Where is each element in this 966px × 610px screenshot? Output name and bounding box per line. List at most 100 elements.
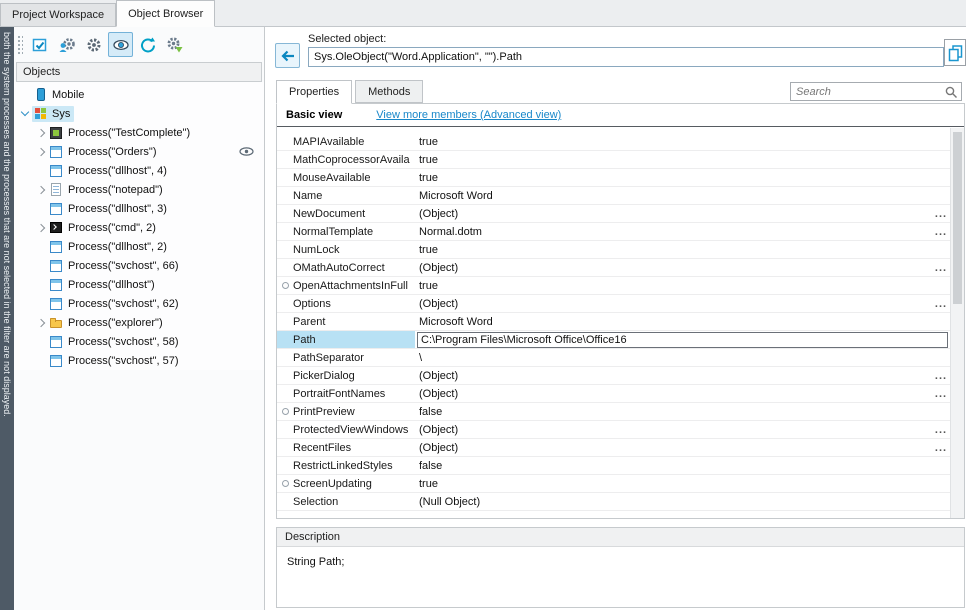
tab-project-workspace[interactable]: Project Workspace — [0, 3, 116, 26]
tree-item[interactable]: Process("svchost", 66) — [14, 256, 264, 275]
property-row[interactable]: PrintPreview false ... — [277, 403, 950, 421]
property-row[interactable]: ScreenUpdating true ... — [277, 475, 950, 493]
tree-item[interactable]: Process("dllhost", 3) — [14, 199, 264, 218]
tree-item[interactable]: Process("notepad") — [14, 180, 264, 199]
property-row[interactable]: PathSeparator \ ... — [277, 349, 950, 367]
property-value[interactable]: false — [415, 406, 932, 418]
description-text: String Path; — [277, 547, 964, 577]
tree-item[interactable]: Process("svchost", 58) — [14, 332, 264, 351]
ellipsis-button[interactable]: ... — [932, 262, 950, 274]
ellipsis-button[interactable]: ... — [932, 370, 950, 382]
property-row[interactable]: NumLock true ... — [277, 241, 950, 259]
copy-button[interactable] — [944, 39, 966, 66]
refresh-button[interactable] — [135, 32, 160, 57]
process-filter-button[interactable] — [54, 32, 79, 57]
property-row[interactable]: RestrictLinkedStyles false ... — [277, 457, 950, 475]
property-row[interactable]: MAPIAvailable true ... — [277, 133, 950, 151]
expander-icon[interactable] — [37, 128, 45, 136]
property-value[interactable]: Microsoft Word — [415, 316, 932, 328]
property-value[interactable]: (Object) — [415, 208, 932, 220]
property-value[interactable]: true — [415, 244, 932, 256]
property-row[interactable]: Selection (Null Object) ... — [277, 493, 950, 511]
advanced-view-link[interactable]: View more members (Advanced view) — [376, 109, 561, 121]
ellipsis-button[interactable]: ... — [932, 226, 950, 238]
ellipsis-button[interactable]: ... — [932, 298, 950, 310]
property-marker-icon — [277, 282, 293, 289]
search-input[interactable] — [791, 83, 961, 100]
ellipsis-button[interactable]: ... — [932, 424, 950, 436]
expander-icon[interactable] — [37, 185, 45, 193]
ellipsis-button[interactable]: ... — [932, 388, 950, 400]
property-row[interactable]: OMathAutoCorrect (Object) ... — [277, 259, 950, 277]
property-value[interactable]: (Object) — [415, 424, 932, 436]
property-row[interactable]: Parent Microsoft Word ... — [277, 313, 950, 331]
property-value[interactable]: (Object) — [415, 262, 932, 274]
property-value[interactable]: (Object) — [415, 370, 932, 382]
highlight-object-toggle[interactable] — [108, 32, 133, 57]
property-row[interactable]: Path C:\Program Files\Microsoft Office\O… — [277, 331, 950, 349]
property-value[interactable]: true — [415, 478, 932, 490]
tree-item[interactable]: Mobile — [14, 85, 264, 104]
tree-item-icon — [49, 354, 64, 368]
expander-icon[interactable] — [21, 108, 29, 116]
property-value[interactable]: \ — [415, 352, 932, 364]
back-button[interactable] — [275, 43, 300, 68]
filter-settings-button[interactable] — [162, 32, 187, 57]
property-row[interactable]: PortraitFontNames (Object) ... — [277, 385, 950, 403]
property-value[interactable]: false — [415, 460, 932, 472]
property-value[interactable]: true — [415, 136, 932, 148]
property-value[interactable]: Normal.dotm — [415, 226, 932, 238]
property-row[interactable]: ProtectedViewWindows (Object) ... — [277, 421, 950, 439]
gears-user-icon — [58, 36, 76, 54]
property-row[interactable]: NewDocument (Object) ... — [277, 205, 950, 223]
checked-window-button[interactable] — [27, 32, 52, 57]
highlighted-object-eye-icon[interactable] — [239, 146, 254, 157]
property-row[interactable]: OpenAttachmentsInFull true ... — [277, 277, 950, 295]
property-row[interactable]: PickerDialog (Object) ... — [277, 367, 950, 385]
property-value[interactable]: C:\Program Files\Microsoft Office\Office… — [417, 332, 948, 348]
property-value[interactable]: Microsoft Word — [415, 190, 932, 202]
expander-icon[interactable] — [37, 318, 45, 326]
property-name: NumLock — [293, 244, 415, 256]
property-row[interactable]: MouseAvailable true ... — [277, 169, 950, 187]
tab-methods[interactable]: Methods — [355, 80, 423, 103]
settings-gear-button[interactable] — [81, 32, 106, 57]
tree-item-icon — [49, 297, 64, 311]
property-value[interactable]: true — [415, 172, 932, 184]
tab-object-browser[interactable]: Object Browser — [116, 0, 215, 27]
tree-item-label: Process("dllhost") — [68, 279, 155, 291]
tree-item[interactable]: Process("cmd", 2) — [14, 218, 264, 237]
property-row[interactable]: MathCoprocessorAvaila true ... — [277, 151, 950, 169]
property-grid-scrollbar[interactable] — [950, 128, 964, 518]
scrollbar-thumb[interactable] — [953, 132, 962, 304]
property-value[interactable]: (Null Object) — [415, 496, 932, 508]
tree-item[interactable]: Process("dllhost") — [14, 275, 264, 294]
tab-properties[interactable]: Properties — [276, 80, 352, 104]
property-value[interactable]: (Object) — [415, 388, 932, 400]
expander-icon[interactable] — [37, 147, 45, 155]
tree-item[interactable]: Process("Orders") — [14, 142, 264, 161]
tree-item[interactable]: Process("svchost", 62) — [14, 294, 264, 313]
property-value[interactable]: (Object) — [415, 442, 932, 454]
expander-icon[interactable] — [37, 223, 45, 231]
property-value[interactable]: true — [415, 280, 932, 292]
property-row[interactable]: Name Microsoft Word ... — [277, 187, 950, 205]
tree-item[interactable]: Process("TestComplete") — [14, 123, 264, 142]
tree-item[interactable]: Process("dllhost", 2) — [14, 237, 264, 256]
tree-item[interactable]: Process("dllhost", 4) — [14, 161, 264, 180]
tree-item-label: Process("svchost", 57) — [68, 355, 179, 367]
property-value[interactable]: (Object) — [415, 298, 932, 310]
tree-item[interactable]: Process("explorer") — [14, 313, 264, 332]
selected-object-input[interactable] — [308, 47, 944, 67]
gear-icon — [85, 36, 103, 54]
property-value[interactable]: true — [415, 154, 932, 166]
property-name: NewDocument — [293, 208, 415, 220]
property-row[interactable]: RecentFiles (Object) ... — [277, 439, 950, 457]
ellipsis-button[interactable]: ... — [932, 208, 950, 220]
property-row[interactable]: Options (Object) ... — [277, 295, 950, 313]
property-row[interactable]: NormalTemplate Normal.dotm ... — [277, 223, 950, 241]
toolbar-grip-handle[interactable] — [17, 35, 23, 55]
ellipsis-button[interactable]: ... — [932, 442, 950, 454]
tree-item[interactable]: Sys — [14, 104, 264, 123]
tree-item[interactable]: Process("svchost", 57) — [14, 351, 264, 370]
